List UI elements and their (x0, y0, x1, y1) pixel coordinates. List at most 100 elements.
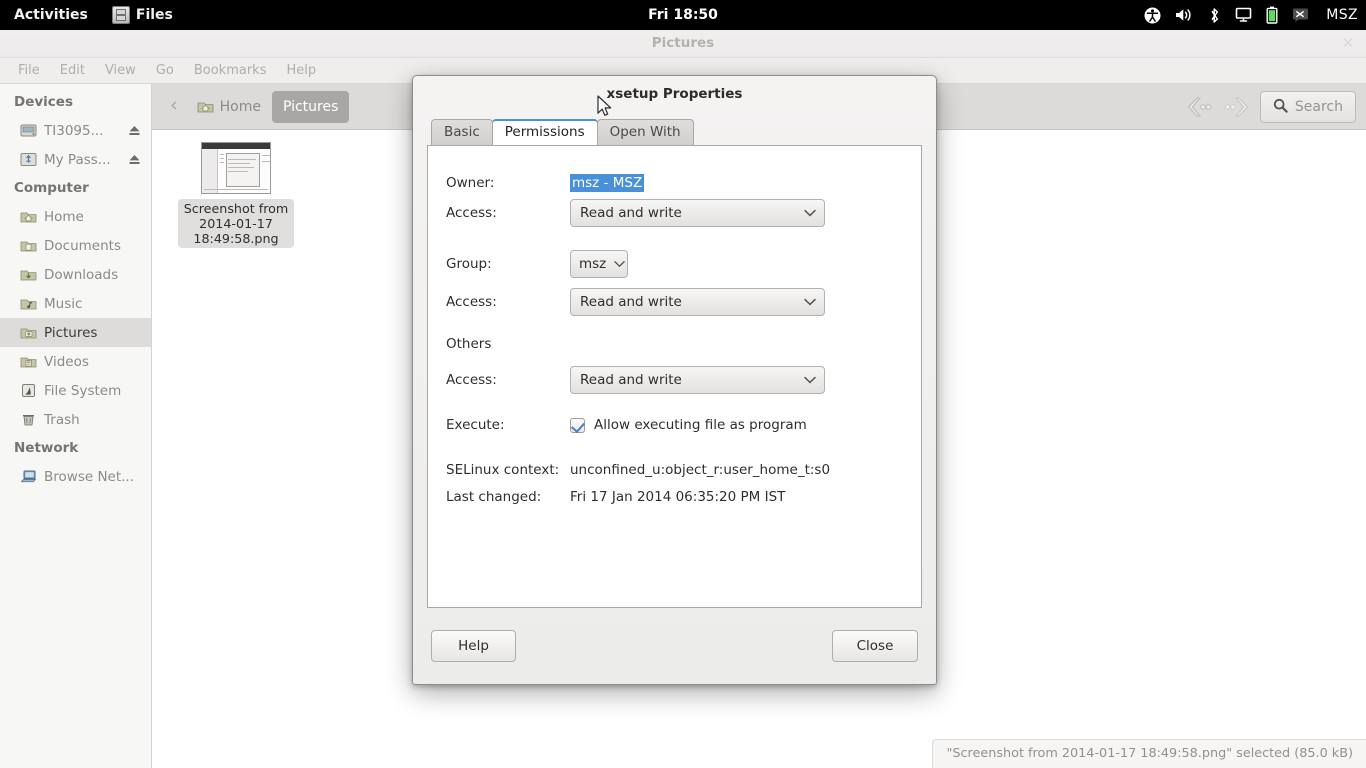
owner-value[interactable]: msz - MSZ (570, 174, 645, 192)
input-source-icon[interactable] (1292, 7, 1312, 23)
breadcrumb-label: Pictures (282, 98, 339, 115)
owner-access-value: Read and write (580, 205, 682, 221)
group-row: Group: msz (446, 250, 628, 278)
chevron-down-icon (804, 374, 816, 387)
selinux-value: unconfined_u:object_r:user_home_t:s0 (570, 462, 831, 478)
group-dropdown[interactable]: msz (570, 250, 628, 278)
owner-access-row: Access: Read and write (446, 199, 825, 227)
search-button[interactable]: Search (1259, 91, 1356, 123)
home-folder-icon (20, 209, 37, 224)
selinux-label: SELinux context: (446, 462, 560, 478)
sidebar-item-videos[interactable]: Videos (0, 347, 151, 376)
owner-access-dropdown[interactable]: Read and write (570, 199, 825, 227)
dialog-button-box: Help Close (413, 612, 936, 684)
file-name-label[interactable]: Screenshot from 2014-01-17 18:49:58.png (178, 199, 294, 248)
others-access-value: Read and write (580, 372, 682, 388)
window-title: Pictures (651, 35, 715, 51)
dialog-tabs: Basic Permissions Open With (413, 118, 936, 145)
others-access-label: Access: (446, 372, 497, 388)
menu-view[interactable]: View (95, 58, 146, 84)
search-icon (1273, 98, 1288, 117)
dialog-title: xsetup Properties (606, 86, 743, 102)
tab-permissions[interactable]: Permissions (491, 119, 598, 145)
pathbar-back-icon[interactable]: ‹ (164, 94, 186, 119)
sidebar-item-ti3095[interactable]: TI3095... (0, 116, 151, 145)
menu-go[interactable]: Go (146, 58, 184, 84)
close-button[interactable]: Close (832, 630, 918, 662)
breadcrumb-label: Home (219, 98, 261, 115)
help-button[interactable]: Help (431, 630, 516, 662)
display-icon[interactable] (1235, 7, 1252, 23)
trash-icon (20, 412, 37, 427)
close-icon[interactable]: ✕ (1340, 36, 1356, 52)
documents-folder-icon (20, 238, 37, 253)
tab-basic[interactable]: Basic (431, 119, 493, 145)
group-value: msz (579, 256, 607, 272)
volume-icon[interactable] (1175, 7, 1194, 23)
execute-checkbox-label[interactable]: Allow executing file as program (594, 417, 807, 433)
battery-icon[interactable] (1266, 6, 1278, 24)
owner-access-label: Access: (446, 205, 497, 221)
sidebar-item-label: Home (44, 208, 84, 225)
others-access-dropdown[interactable]: Read and write (570, 366, 825, 394)
sidebar-item-trash[interactable]: Trash (0, 405, 151, 434)
file-item[interactable]: Screenshot from 2014-01-17 18:49:58.png (178, 142, 294, 248)
mouse-cursor (597, 95, 613, 123)
sidebar-item-label: My Pass... (44, 151, 111, 168)
sidebar-item-file-system[interactable]: File System (0, 376, 151, 405)
menu-help[interactable]: Help (276, 58, 326, 84)
home-folder-icon (197, 99, 214, 114)
status-bar: "Screenshot from 2014-01-17 18:49:58.png… (932, 739, 1366, 768)
sidebar-item-pictures[interactable]: Pictures (0, 318, 151, 347)
execute-label: Execute: (446, 417, 505, 433)
downloads-folder-icon (20, 267, 37, 282)
activities-button[interactable]: Activities (0, 0, 102, 30)
sidebar-item-downloads[interactable]: Downloads (0, 260, 151, 289)
sidebar-item-music[interactable]: Music (0, 289, 151, 318)
breadcrumb-home[interactable]: Home (186, 91, 272, 123)
breadcrumb-pictures[interactable]: Pictures (271, 90, 350, 123)
sidebar-item-label: Music (44, 295, 83, 312)
owner-row: Owner: msz - MSZ (446, 174, 645, 192)
app-menu-files[interactable]: Files (102, 0, 183, 30)
owner-label: Owner: (446, 175, 495, 191)
user-name-label[interactable]: MSZ (1326, 7, 1358, 23)
sidebar-item-home[interactable]: Home (0, 202, 151, 231)
group-access-dropdown[interactable]: Read and write (570, 288, 825, 316)
sidebar-item-browse-network[interactable]: Browse Net... (0, 462, 151, 491)
accessibility-icon[interactable] (1144, 7, 1161, 24)
others-access-row: Access: Read and write (446, 366, 825, 394)
menu-edit[interactable]: Edit (50, 58, 95, 84)
group-access-label: Access: (446, 294, 497, 310)
nav-forward-icon[interactable] (1222, 94, 1252, 120)
window-titlebar: Pictures ✕ (0, 30, 1366, 58)
sidebar-section-computer: Computer (14, 180, 89, 196)
network-icon (20, 469, 37, 484)
sidebar-item-label: Trash (44, 411, 80, 428)
sidebar-item-documents[interactable]: Documents (0, 231, 151, 260)
menu-file[interactable]: File (8, 58, 50, 84)
sidebar-item-my-passport[interactable]: My Pass... (0, 145, 151, 174)
system-tray: MSZ (1144, 0, 1358, 30)
selinux-row: SELinux context: unconfined_u:object_r:u… (446, 462, 830, 478)
lastchanged-value: Fri 17 Jan 2014 06:35:20 PM IST (570, 489, 786, 505)
app-menu-label: Files (135, 7, 173, 23)
eject-icon[interactable] (128, 124, 141, 137)
search-button-label: Search (1294, 99, 1343, 115)
nav-back-icon[interactable] (1184, 94, 1214, 120)
execute-checkbox[interactable] (570, 417, 585, 433)
group-access-row: Access: Read and write (446, 288, 825, 316)
filesystem-icon (20, 383, 37, 398)
menu-bookmarks[interactable]: Bookmarks (184, 58, 277, 84)
music-folder-icon (20, 296, 37, 311)
eject-icon[interactable] (128, 153, 141, 166)
permissions-panel: Owner: msz - MSZ Access: Read and write … (427, 145, 922, 608)
sidebar-section-devices: Devices (14, 94, 73, 110)
image-thumbnail (201, 142, 271, 194)
lastchanged-label: Last changed: (446, 489, 542, 505)
pictures-folder-icon (20, 325, 37, 340)
bluetooth-icon[interactable] (1208, 7, 1221, 24)
chevron-down-icon (804, 296, 816, 309)
others-label: Others (446, 336, 492, 352)
group-access-value: Read and write (580, 294, 682, 310)
